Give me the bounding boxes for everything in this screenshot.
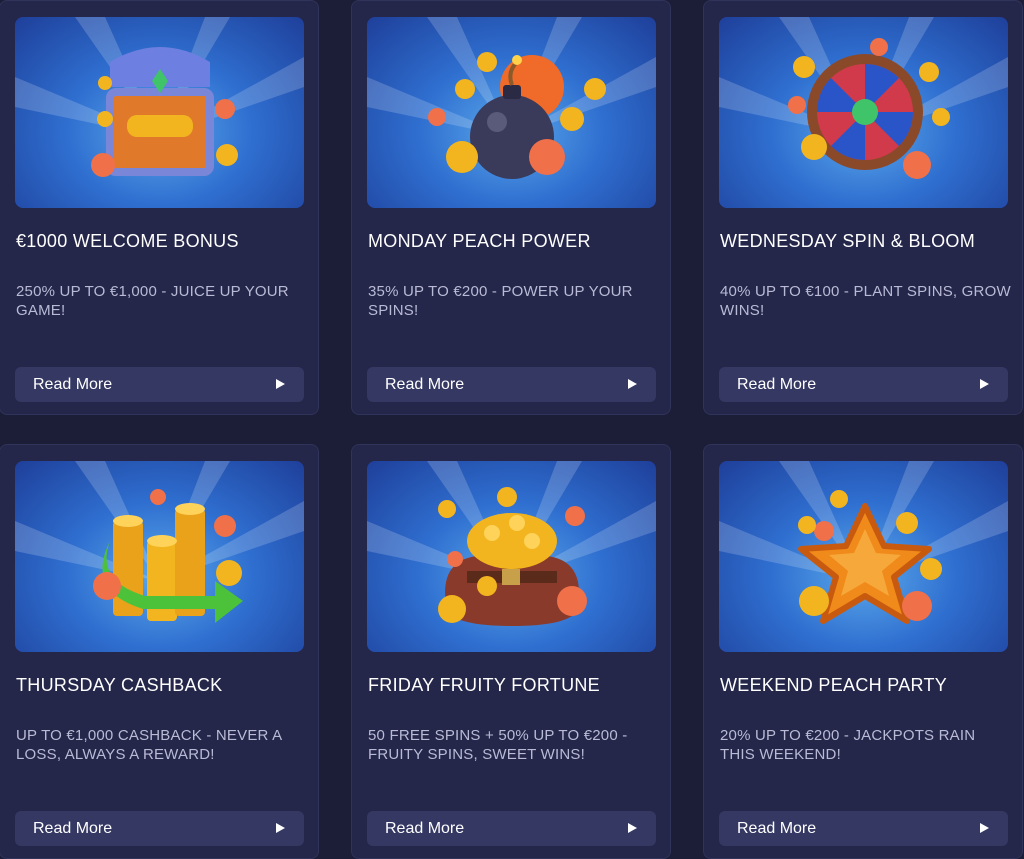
play-arrow-icon — [980, 379, 989, 389]
promo-title: WEEKEND PEACH PARTY — [720, 675, 948, 695]
promo-card-wednesday-spin-bloom: WEDNESDAY SPIN & BLOOM 40% UP TO €100 - … — [703, 0, 1023, 415]
promo-image[interactable] — [367, 17, 656, 208]
promo-image[interactable] — [719, 461, 1008, 652]
star-icon — [719, 461, 1008, 624]
promo-description: UP TO €1,000 CASHBACK - NEVER A LOSS, AL… — [16, 727, 282, 763]
promo-title: THURSDAY CASHBACK — [16, 675, 223, 695]
promo-image[interactable] — [719, 17, 1008, 208]
coin-stacks-arrow-icon — [15, 461, 304, 623]
play-arrow-icon — [628, 379, 637, 389]
promo-title: WEDNESDAY SPIN & BLOOM — [720, 231, 975, 251]
promo-image[interactable] — [15, 461, 304, 652]
prize-wheel-icon — [719, 17, 1008, 179]
treasure-chest-icon — [15, 17, 304, 177]
play-arrow-icon — [980, 823, 989, 833]
promo-description: 35% UP TO €200 - POWER UP YOUR SPINS! — [368, 283, 633, 319]
promo-description: 50 FREE SPINS + 50% UP TO €200 - FRUITY … — [368, 727, 628, 763]
read-more-button[interactable]: Read More — [367, 811, 656, 846]
read-more-label: Read More — [385, 820, 465, 837]
play-arrow-icon — [276, 379, 285, 389]
play-arrow-icon — [276, 823, 285, 833]
read-more-label: Read More — [33, 820, 113, 837]
bomb-icon — [367, 17, 656, 179]
promo-description: 40% UP TO €100 - PLANT SPINS, GROW WINS! — [720, 283, 1011, 319]
promo-image[interactable] — [367, 461, 656, 652]
promo-image[interactable] — [15, 17, 304, 208]
read-more-label: Read More — [737, 820, 817, 837]
coin-sack-icon — [367, 461, 656, 626]
promo-card-monday-peach-power: MONDAY PEACH POWER 35% UP TO €200 - POWE… — [351, 0, 671, 415]
promo-card-welcome-bonus: €1000 WELCOME BONUS 250% UP TO €1,000 - … — [0, 0, 319, 415]
read-more-button[interactable]: Read More — [367, 367, 656, 402]
promo-card-weekend-peach-party: WEEKEND PEACH PARTY 20% UP TO €200 - JAC… — [703, 444, 1023, 859]
read-more-button[interactable]: Read More — [719, 811, 1008, 846]
read-more-label: Read More — [385, 376, 465, 393]
promo-title: €1000 WELCOME BONUS — [16, 231, 239, 251]
read-more-button[interactable]: Read More — [15, 811, 304, 846]
read-more-button[interactable]: Read More — [719, 367, 1008, 402]
promo-title: MONDAY PEACH POWER — [368, 231, 591, 251]
read-more-label: Read More — [737, 376, 817, 393]
play-arrow-icon — [628, 823, 637, 833]
promo-card-thursday-cashback: THURSDAY CASHBACK UP TO €1,000 CASHBACK … — [0, 444, 319, 859]
read-more-button[interactable]: Read More — [15, 367, 304, 402]
promo-card-friday-fruity-fortune: FRIDAY FRUITY FORTUNE 50 FREE SPINS + 50… — [351, 444, 671, 859]
promo-title: FRIDAY FRUITY FORTUNE — [368, 675, 600, 695]
read-more-label: Read More — [33, 376, 113, 393]
promo-description: 250% UP TO €1,000 - JUICE UP YOUR GAME! — [16, 283, 289, 319]
promo-description: 20% UP TO €200 - JACKPOTS RAIN THIS WEEK… — [720, 727, 976, 763]
